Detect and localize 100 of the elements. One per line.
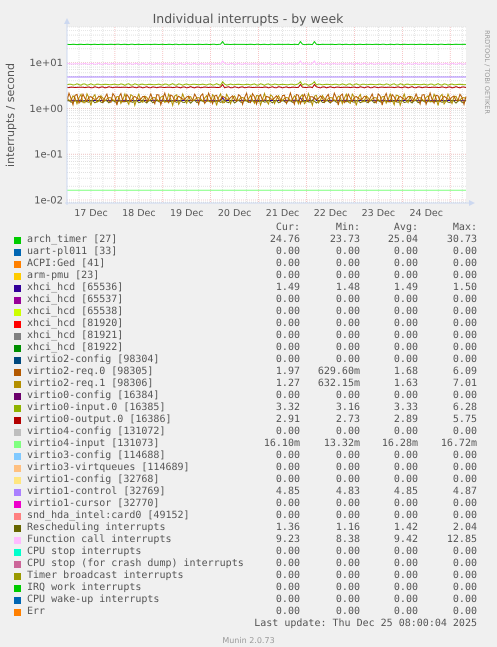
cur-value: 0.00: [274, 510, 300, 522]
min-value: 0.00: [334, 270, 360, 282]
cur-value: 1.97: [274, 366, 300, 378]
avg-value: 0.00: [392, 558, 418, 570]
avg-value: 0.00: [392, 270, 418, 282]
max-value: 30.73: [446, 234, 477, 246]
min-value: 0.00: [334, 246, 360, 258]
series-name: uart-pl011 [33]: [27, 246, 118, 258]
max-value: 16.72m: [440, 438, 477, 450]
max-value: 0.00: [452, 558, 477, 570]
cur-value: 0.00: [274, 354, 300, 366]
series-name: virtio1-cursor [32770]: [27, 498, 160, 510]
series-name: arm-pmu [23]: [27, 270, 100, 282]
max-value: 0.00: [452, 342, 477, 354]
avg-value: 0.00: [392, 570, 418, 582]
cur-value: 0.00: [274, 306, 300, 318]
min-value: 0.00: [334, 594, 360, 606]
min-value: 0.00: [334, 462, 360, 474]
avg-value: 9.42: [392, 534, 418, 546]
min-value: 0.00: [334, 606, 360, 618]
min-value: 0.00: [334, 330, 360, 342]
series-name: ACPI:Ged [41]: [27, 258, 106, 270]
column-header: Avg:: [392, 222, 418, 234]
x-tick-label: 23 Dec: [362, 208, 396, 219]
min-value: 0.00: [334, 570, 360, 582]
series-name: Timer broadcast interrupts: [27, 570, 185, 582]
min-value: 0.00: [334, 426, 360, 438]
cur-value: 0.00: [274, 342, 300, 354]
y-tick-label: 1e+01: [29, 58, 63, 70]
max-value: 2.04: [452, 522, 477, 534]
max-value: 0.00: [452, 318, 477, 330]
avg-value: 0.00: [392, 318, 418, 330]
x-tick-label: 19 Dec: [170, 208, 204, 219]
column-header: Max:: [452, 222, 477, 234]
series-name: virtio4-input [131073]: [27, 438, 160, 450]
x-tick-label: 21 Dec: [266, 208, 300, 219]
series-name: virtio2-req.0 [98305]: [27, 366, 154, 378]
series-name: xhci_hcd [65536]: [27, 282, 124, 294]
cur-value: 0.00: [274, 330, 300, 342]
cur-value: 0.00: [274, 426, 300, 438]
series-name: snd_hda_intel:card0 [49152]: [27, 510, 191, 522]
max-value: 0.00: [452, 258, 477, 270]
series-name: virtio4-config [131072]: [27, 426, 166, 438]
min-value: 13.32m: [322, 438, 360, 450]
series-name: virtio2-req.1 [98306]: [27, 378, 154, 390]
avg-value: 1.42: [392, 522, 418, 534]
y-axis-label: interrupts / second: [4, 63, 17, 167]
cur-value: 0.00: [274, 582, 300, 594]
max-value: 0.00: [452, 546, 477, 558]
min-value: 0.00: [334, 354, 360, 366]
avg-value: 2.89: [392, 414, 418, 426]
max-value: 0.00: [452, 570, 477, 582]
min-value: 0.00: [334, 342, 360, 354]
avg-value: 0.00: [392, 426, 418, 438]
min-value: 0.00: [334, 498, 360, 510]
series-name: Rescheduling interrupts: [27, 522, 166, 534]
series-name: virtio3-virtqueues [114689]: [27, 462, 191, 474]
avg-value: 0.00: [392, 354, 418, 366]
max-value: 12.85: [446, 534, 477, 546]
max-value: 6.28: [452, 402, 477, 414]
cur-value: 0.00: [274, 294, 300, 306]
min-value: 4.83: [334, 486, 360, 498]
last-update: Last update: Thu Dec 25 08:00:04 2025: [253, 618, 478, 630]
min-value: 0.00: [334, 294, 360, 306]
series-name: xhci_hcd [81921]: [27, 330, 124, 342]
y-tick-label: 1e-02: [34, 196, 63, 206]
avg-value: 1.63: [392, 378, 418, 390]
max-value: 1.50: [452, 282, 477, 294]
max-value: 0.00: [452, 294, 477, 306]
avg-value: 1.49: [392, 282, 418, 294]
max-value: 0.00: [452, 450, 477, 462]
series-name: Err: [27, 606, 46, 618]
min-value: 0.00: [334, 258, 360, 270]
avg-value: 0.00: [392, 474, 418, 486]
cur-value: 1.49: [274, 282, 300, 294]
cur-value: 9.23: [274, 534, 300, 546]
min-value: 0.00: [334, 546, 360, 558]
avg-value: 0.00: [392, 390, 418, 402]
max-value: 0.00: [452, 306, 477, 318]
cur-value: 3.32: [274, 402, 300, 414]
max-value: 0.00: [452, 390, 477, 402]
column-header: Min:: [334, 222, 360, 234]
max-value: 0.00: [452, 330, 477, 342]
avg-value: 0.00: [392, 462, 418, 474]
x-tick-label: 18 Dec: [122, 208, 156, 219]
series-name: virtio0-output.0 [16386]: [27, 414, 172, 426]
x-tick-label: 24 Dec: [410, 208, 443, 219]
max-value: 0.00: [452, 606, 477, 618]
max-value: 0.00: [452, 510, 477, 522]
max-value: 0.00: [452, 246, 477, 258]
avg-value: 0.00: [392, 450, 418, 462]
y-tick-label: 1e+00: [29, 104, 63, 115]
max-value: 4.87: [452, 486, 477, 498]
series-name: Function call interrupts: [27, 534, 172, 546]
max-value: 0.00: [452, 354, 477, 366]
min-value: 3.16: [334, 402, 360, 414]
min-value: 0.00: [334, 450, 360, 462]
avg-value: 0.00: [392, 342, 418, 354]
cur-value: 0.00: [274, 270, 300, 282]
cur-value: 0.00: [274, 318, 300, 330]
